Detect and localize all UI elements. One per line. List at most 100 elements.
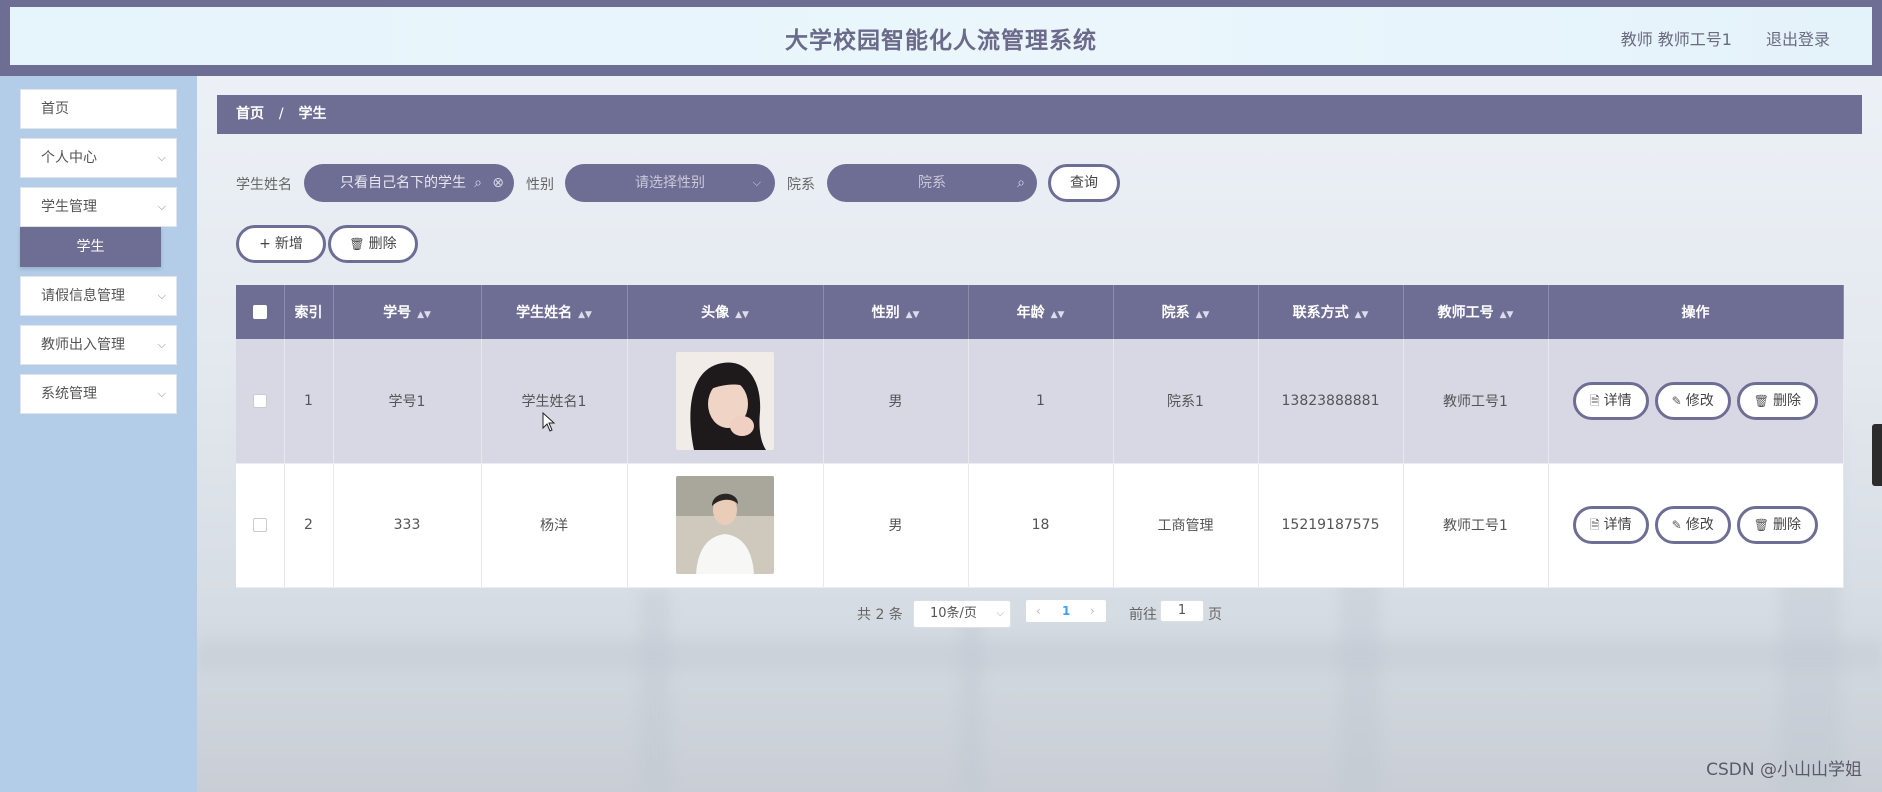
cell-gender: 男 xyxy=(823,339,969,464)
cell-avatar xyxy=(627,463,824,588)
table-row[interactable]: 2 333 杨洋 男 18 工商管理 15219187575 教师工号1 🗎 详… xyxy=(236,463,1844,588)
column-header-phone[interactable]: 联系方式 ▲▼ xyxy=(1258,285,1404,339)
breadcrumb-home[interactable]: 首页 xyxy=(236,106,264,122)
clear-icon[interactable]: ⊗ xyxy=(492,164,504,202)
sidebar-item-leave-management[interactable]: 请假信息管理 ⌵ xyxy=(20,276,177,316)
sidebar-item-label: 个人中心 xyxy=(41,150,97,166)
chevron-down-icon: ⌵ xyxy=(157,387,166,400)
page-size-select[interactable]: 10条/页 ⌵ xyxy=(913,600,1011,628)
row-checkbox[interactable] xyxy=(252,393,267,408)
batch-delete-button[interactable]: 🗑 删除 xyxy=(328,225,418,263)
trash-icon: 🗑 xyxy=(1753,393,1769,408)
app-title: 大学校园智能化人流管理系统 xyxy=(785,28,1097,54)
watermark: CSDN @小山山学姐 xyxy=(1706,760,1862,780)
edit-button[interactable]: ✎ 修改 xyxy=(1654,381,1731,420)
cell-phone: 15219187575 xyxy=(1258,463,1404,588)
select-all-cell xyxy=(236,285,285,339)
column-label: 性别 xyxy=(871,305,900,321)
row-checkbox[interactable] xyxy=(252,518,267,532)
sort-icon[interactable]: ▲▼ xyxy=(1196,310,1210,320)
document-icon: 🗎 xyxy=(1590,393,1600,408)
column-label: 联系方式 xyxy=(1292,305,1349,321)
detail-label: 详情 xyxy=(1603,517,1632,533)
column-label: 学号 xyxy=(383,305,412,321)
gender-select[interactable]: 请选择性别 ⌵ xyxy=(565,164,775,202)
cell-phone: 13823888881 xyxy=(1258,339,1404,464)
scrollbar-handle[interactable] xyxy=(1872,424,1882,486)
table-row[interactable]: 1 学号1 学生姓名1 男 1 院系1 13823888881 教师工号1 🗎 … xyxy=(236,339,1844,464)
sidebar-item-home[interactable]: 首页 xyxy=(20,89,177,129)
avatar xyxy=(676,351,774,450)
edit-label: 修改 xyxy=(1685,392,1714,409)
sort-icon[interactable]: ▲▼ xyxy=(735,310,749,320)
column-header-teacher-no[interactable]: 教师工号 ▲▼ xyxy=(1403,285,1549,339)
cell-gender: 男 xyxy=(823,463,969,588)
column-header-age[interactable]: 年龄 ▲▼ xyxy=(968,285,1114,339)
column-header-avatar[interactable]: 头像 ▲▼ xyxy=(627,285,824,339)
edit-label: 修改 xyxy=(1685,517,1714,533)
column-label: 学生姓名 xyxy=(516,305,573,321)
sidebar-item-system-management[interactable]: 系统管理 ⌵ xyxy=(20,374,177,414)
table-header-row: 索引 学号 ▲▼ 学生姓名 ▲▼ 头像 ▲▼ 性别 ▲▼ 年龄 ▲▼ 院系 ▲▼ 联系方式 ▲… xyxy=(236,285,1844,339)
plus-icon: + xyxy=(259,236,271,252)
sort-icon[interactable]: ▲▼ xyxy=(1355,310,1369,320)
row-select-cell xyxy=(236,339,285,464)
sidebar: 首页 个人中心 ⌵ 学生管理 ⌵ 学生 请假信息管理 ⌵ 教师出入管理 ⌵ 系统… xyxy=(0,76,197,792)
cell-name: 学生姓名1 xyxy=(481,339,628,464)
chevron-up-icon: ⌵ xyxy=(157,200,166,213)
pencil-icon: ✎ xyxy=(1671,518,1682,532)
column-label: 教师工号 xyxy=(1437,305,1494,321)
sidebar-item-student-management[interactable]: 学生管理 ⌵ xyxy=(20,187,177,227)
gender-placeholder: 请选择性别 xyxy=(635,175,705,191)
row-delete-button[interactable]: 🗑 删除 xyxy=(1736,381,1818,420)
cell-teacher-no: 教师工号1 xyxy=(1403,339,1549,464)
sidebar-item-personal-center[interactable]: 个人中心 ⌵ xyxy=(20,138,177,178)
prev-page-icon[interactable]: ‹ xyxy=(1036,600,1041,622)
sort-icon[interactable]: ▲▼ xyxy=(578,310,592,320)
sort-icon[interactable]: ▲▼ xyxy=(906,310,920,320)
chevron-down-icon: ⌵ xyxy=(157,338,166,351)
column-label: 院系 xyxy=(1161,305,1190,321)
department-input[interactable]: 院系 ⌕ xyxy=(827,164,1037,202)
detail-button[interactable]: 🗎 详情 xyxy=(1573,506,1649,544)
column-header-name[interactable]: 学生姓名 ▲▼ xyxy=(481,285,628,339)
column-header-department[interactable]: 院系 ▲▼ xyxy=(1113,285,1259,339)
detail-button[interactable]: 🗎 详情 xyxy=(1573,381,1649,420)
mouse-cursor-icon xyxy=(542,411,556,436)
pagination-total: 共 2 条 xyxy=(857,607,903,623)
sidebar-subitem-student[interactable]: 学生 xyxy=(20,227,161,267)
student-name-input[interactable]: 只看自己名下的学生 ⌕ ⊗ xyxy=(304,164,514,202)
cell-age: 1 xyxy=(968,339,1114,464)
sort-icon[interactable]: ▲▼ xyxy=(1051,310,1065,320)
sidebar-item-label: 系统管理 xyxy=(41,386,97,402)
next-page-icon[interactable]: › xyxy=(1090,600,1095,622)
goto-label: 前往 xyxy=(1129,607,1157,623)
edit-button[interactable]: ✎ 修改 xyxy=(1654,506,1731,544)
column-label: 头像 xyxy=(701,305,730,321)
row-select-cell xyxy=(236,463,285,588)
add-label: 新增 xyxy=(274,236,303,252)
page-number-current[interactable]: 1 xyxy=(1062,600,1070,622)
sort-icon[interactable]: ▲▼ xyxy=(417,310,431,320)
add-button[interactable]: + 新增 xyxy=(236,225,326,263)
logout-link[interactable]: 退出登录 xyxy=(1766,26,1830,50)
trash-icon: 🗑 xyxy=(349,237,365,251)
goto-page-input[interactable]: 1 xyxy=(1160,600,1204,622)
delete-label: 删除 xyxy=(1772,517,1801,533)
current-user: 教师 教师工号1 xyxy=(1620,30,1732,49)
delete-label: 删除 xyxy=(1772,392,1801,409)
row-delete-button[interactable]: 🗑 删除 xyxy=(1736,506,1818,544)
student-name-label: 学生姓名 xyxy=(236,177,292,193)
sidebar-item-teacher-access[interactable]: 教师出入管理 ⌵ xyxy=(20,325,177,365)
chevron-down-icon: ⌵ xyxy=(752,176,761,189)
cell-actions: 🗎 详情 ✎ 修改 🗑 删除 xyxy=(1548,463,1844,588)
select-all-checkbox[interactable] xyxy=(252,305,267,319)
student-table: 索引 学号 ▲▼ 学生姓名 ▲▼ 头像 ▲▼ 性别 ▲▼ 年龄 ▲▼ 院系 ▲▼ 联系方式 ▲… xyxy=(236,285,1844,588)
cell-department: 院系1 xyxy=(1113,339,1259,464)
query-button[interactable]: 查询 xyxy=(1048,164,1120,202)
cell-student-no: 学号1 xyxy=(333,339,482,464)
sort-icon[interactable]: ▲▼ xyxy=(1500,310,1514,320)
column-header-gender[interactable]: 性别 ▲▼ xyxy=(823,285,969,339)
sidebar-item-label: 教师出入管理 xyxy=(41,337,125,353)
column-header-student-no[interactable]: 学号 ▲▼ xyxy=(333,285,482,339)
